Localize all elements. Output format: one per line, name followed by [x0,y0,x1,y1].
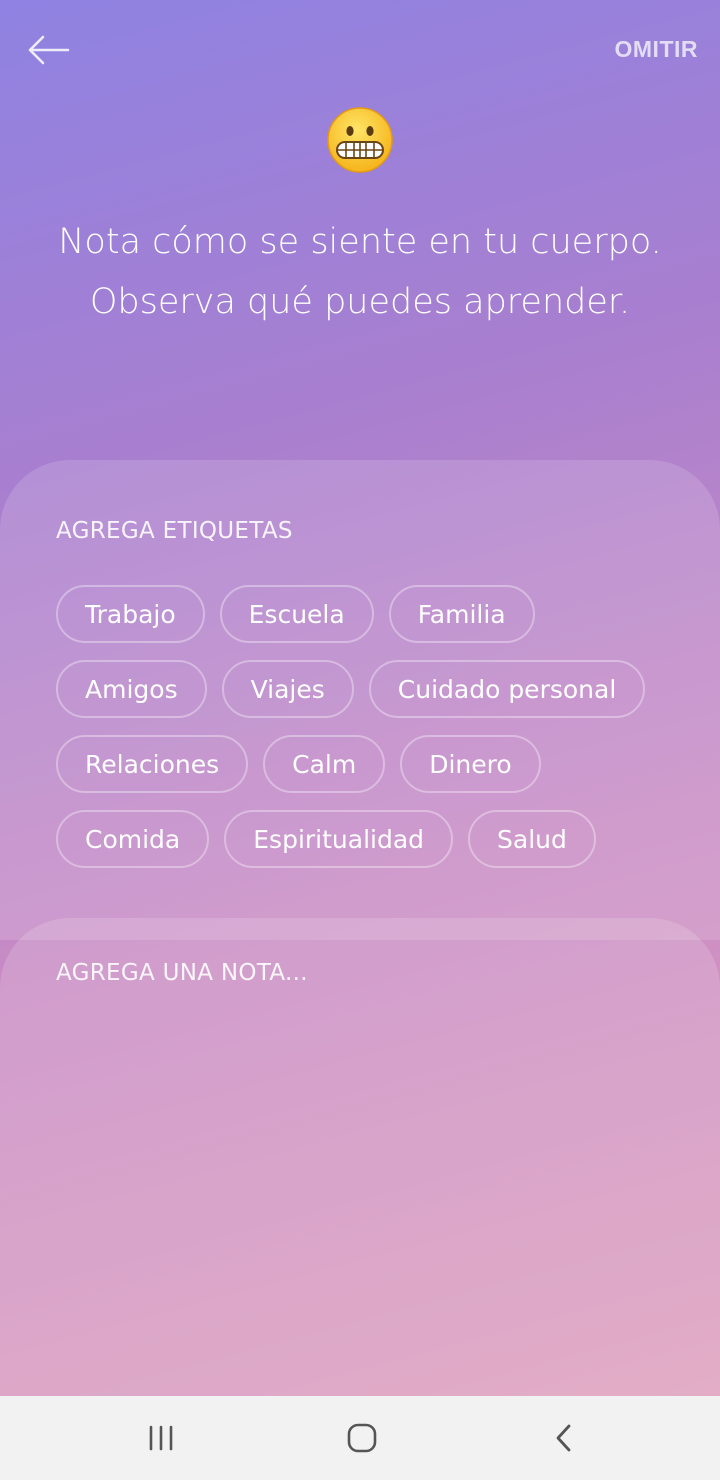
recent-apps-icon [149,1425,173,1451]
tag-chip-espiritualidad[interactable]: Espiritualidad [224,810,454,868]
tag-row: Relaciones Calm Dinero [56,735,541,793]
tag-row: Amigos Viajes Cuidado personal [56,660,646,718]
arrow-left-icon [28,35,70,65]
prompt-line-2: Observa qué puedes aprender. [89,282,631,322]
system-navigation-bar [0,1396,720,1480]
tag-chip-familia[interactable]: Familia [388,585,535,643]
tag-row: Trabajo Escuela Familia [56,585,535,643]
back-button[interactable] [22,28,74,72]
tags-section-label: AGREGA ETIQUETAS [56,518,293,544]
grimacing-face-emoji [327,107,393,173]
tag-chip-relaciones[interactable]: Relaciones [56,735,249,793]
tag-chip-amigos[interactable]: Amigos [56,660,207,718]
tag-chip-viajes[interactable]: Viajes [221,660,354,718]
prompt-line-1: Nota cómo se siente en tu cuerpo. [58,222,662,262]
home-button[interactable] [332,1414,392,1462]
system-back-icon [556,1424,571,1452]
system-back-button[interactable] [534,1414,594,1462]
tag-chip-dinero[interactable]: Dinero [400,735,541,793]
skip-button[interactable]: OMITIR [615,36,699,63]
note-input[interactable] [56,960,664,1340]
top-bar: OMITIR [0,0,720,100]
tag-chip-salud[interactable]: Salud [468,810,596,868]
tag-chip-calm[interactable]: Calm [263,735,386,793]
reflection-prompt: Nota cómo se siente en tu cuerpo. Observ… [20,212,700,332]
recent-apps-button[interactable] [131,1414,191,1462]
tag-chip-cuidado-personal[interactable]: Cuidado personal [368,660,646,718]
tag-row: Comida Espiritualidad Salud [56,810,596,868]
home-icon [347,1423,377,1453]
tag-chip-trabajo[interactable]: Trabajo [56,585,205,643]
tag-chip-escuela[interactable]: Escuela [219,585,374,643]
tag-chip-comida[interactable]: Comida [56,810,210,868]
